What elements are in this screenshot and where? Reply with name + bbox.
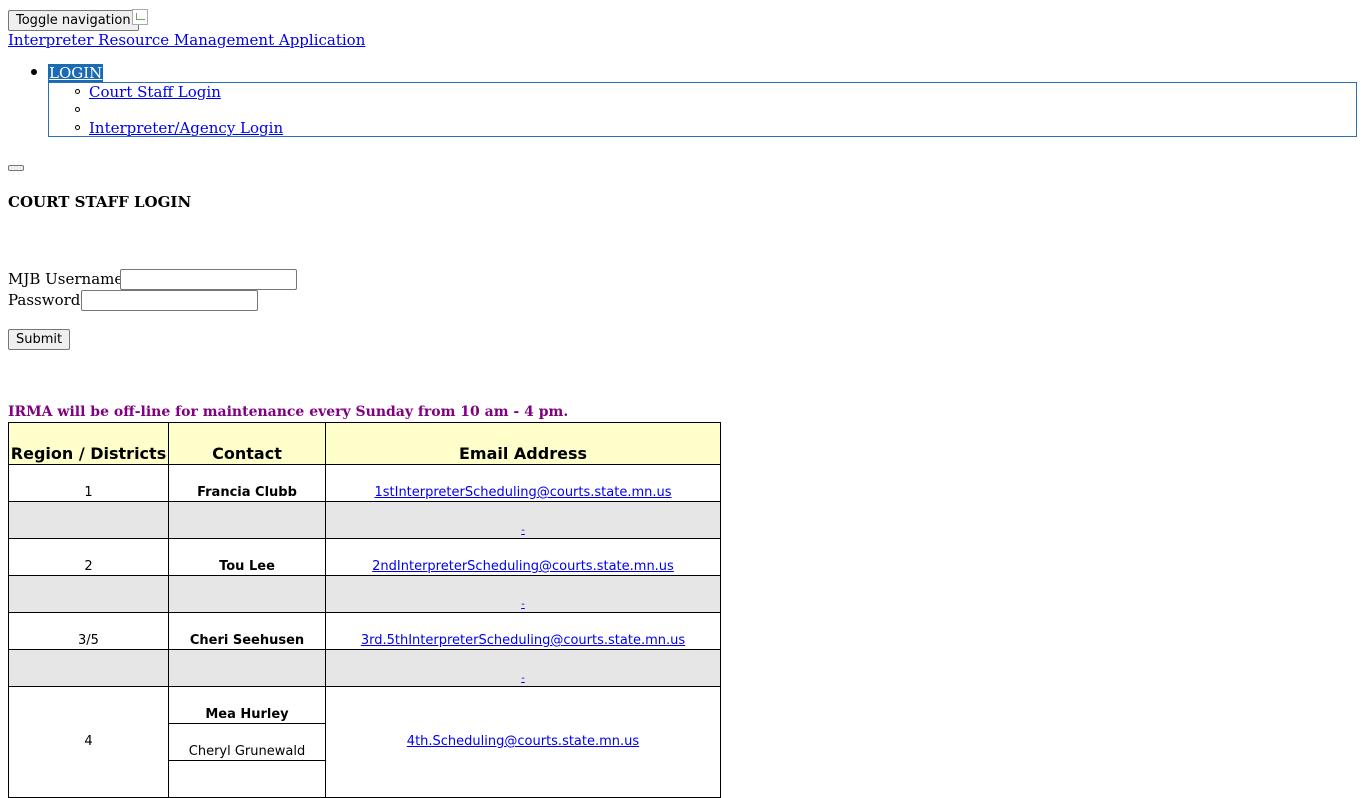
username-input[interactable] (120, 269, 297, 290)
login-menu-link[interactable]: LOGIN (48, 64, 104, 82)
email-cell: 4th.Scheduling@courts.state.mn.us (325, 686, 721, 798)
column-header-region: Region / Districts (8, 422, 169, 465)
spacer-cell (168, 649, 326, 687)
email-cell: 3rd.5thInterpreterScheduling@courts.stat… (325, 612, 721, 650)
contact-cell (168, 760, 326, 798)
toggle-navigation-button[interactable]: Toggle navigation (8, 10, 139, 31)
spacer-cell (8, 649, 169, 687)
table-row: 3/5 Cheri Seehusen 3rd.5thInterpreterSch… (8, 612, 721, 650)
close-button[interactable] (8, 165, 24, 171)
email-link[interactable]: 1stInterpreterScheduling@courts.state.mn… (374, 485, 671, 500)
contact-cell: Francia Clubb (168, 464, 326, 502)
interpreter-agency-login-link[interactable]: Interpreter/Agency Login (89, 119, 283, 137)
column-header-contact: Contact (168, 422, 326, 465)
region-cell: 1 (8, 464, 169, 502)
column-header-email: Email Address (325, 422, 721, 465)
password-label: Password* (8, 291, 88, 309)
spacer-cell (8, 501, 169, 539)
spacer-cell (168, 501, 326, 539)
contact-cell: Tou Lee (168, 538, 326, 576)
list-bullet (75, 89, 80, 94)
email-link[interactable]: 4th.Scheduling@courts.state.mn.us (407, 734, 639, 749)
table-row: 2 Tou Lee 2ndInterpreterScheduling@court… (8, 538, 721, 576)
email-link[interactable]: 3rd.5thInterpreterScheduling@courts.stat… (361, 633, 685, 648)
submit-button[interactable]: Submit (8, 329, 71, 350)
broken-image-icon (132, 9, 148, 25)
table-spacer-row: - (8, 501, 721, 539)
username-label: MJB Username* (8, 270, 131, 288)
table-row: 1 Francia Clubb 1stInterpreterScheduling… (8, 464, 721, 502)
spacer-cell: - (325, 575, 721, 613)
maintenance-notice: IRMA will be off-line for maintenance ev… (8, 404, 569, 420)
spacer-cell (168, 575, 326, 613)
table-header-row: Region / Districts Contact Email Address (8, 422, 721, 465)
contact-cell: Cheri Seehusen (168, 612, 326, 650)
table-row: 4 Mea Hurley 4th.Scheduling@courts.state… (8, 686, 721, 798)
contact-cell: Mea Hurley (168, 686, 326, 724)
table-spacer-row: - (8, 649, 721, 687)
spacer-cell: - (325, 649, 721, 687)
region-cell: 2 (8, 538, 169, 576)
spacer-cell (8, 575, 169, 613)
list-bullet (31, 69, 37, 75)
contact-cell: Cheryl Grunewald (168, 723, 326, 761)
contact-table: Region / Districts Contact Email Address… (8, 422, 721, 798)
password-input[interactable] (81, 290, 258, 311)
spacer-link[interactable]: - (521, 525, 525, 536)
region-cell: 4 (8, 686, 169, 798)
spacer-link[interactable]: - (521, 673, 525, 684)
court-staff-login-link[interactable]: Court Staff Login (89, 83, 221, 101)
spacer-cell: - (325, 501, 721, 539)
list-bullet (75, 107, 80, 112)
region-cell: 3/5 (8, 612, 169, 650)
table-spacer-row: - (8, 575, 721, 613)
email-link[interactable]: 2ndInterpreterScheduling@courts.state.mn… (372, 559, 674, 574)
list-bullet (75, 125, 80, 130)
app-title-link[interactable]: Interpreter Resource Management Applicat… (8, 31, 365, 49)
email-cell: 2ndInterpreterScheduling@courts.state.mn… (325, 538, 721, 576)
spacer-link[interactable]: - (521, 599, 525, 610)
page-title: COURT STAFF LOGIN (8, 193, 192, 211)
email-cell: 1stInterpreterScheduling@courts.state.mn… (325, 464, 721, 502)
